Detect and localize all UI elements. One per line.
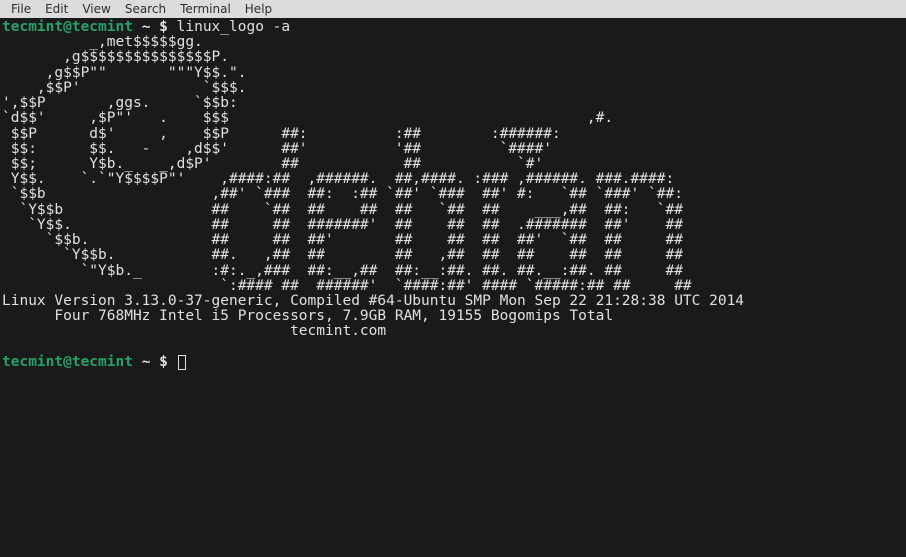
- menu-terminal[interactable]: Terminal: [173, 2, 238, 16]
- prompt-user-host-2: tecmint@tecmint: [2, 354, 133, 370]
- prompt-sep-2: [133, 354, 142, 370]
- cursor-icon: [178, 355, 186, 370]
- prompt-sep: [133, 19, 142, 35]
- prompt-user-host: tecmint@tecmint: [2, 19, 133, 35]
- command-text: linux_logo -a: [177, 19, 291, 35]
- prompt-line-1: tecmint@tecmint ~ $ linux_logo -a: [2, 20, 904, 35]
- menu-file[interactable]: File: [4, 2, 38, 16]
- prompt-line-2: tecmint@tecmint ~ $: [2, 355, 904, 370]
- ascii-art-output: _,met$$$$$gg. ,g$$$$$$$$$$$$$$$P. ,g$$P"…: [2, 35, 904, 294]
- sysinfo-line-1: Linux Version 3.13.0-37-generic, Compile…: [2, 294, 904, 309]
- menubar: File Edit View Search Terminal Help: [0, 0, 906, 18]
- sysinfo-line-2: Four 768MHz Intel i5 Processors, 7.9GB R…: [2, 309, 904, 324]
- menu-view[interactable]: View: [75, 2, 117, 16]
- terminal-area[interactable]: tecmint@tecmint ~ $ linux_logo -a _,met$…: [0, 18, 906, 372]
- sysinfo-line-3: tecmint.com: [2, 324, 904, 339]
- menu-help[interactable]: Help: [238, 2, 279, 16]
- prompt-dollar: $: [150, 19, 176, 35]
- blank-line: [2, 340, 904, 355]
- menu-edit[interactable]: Edit: [38, 2, 75, 16]
- prompt-dollar-2: $: [150, 354, 176, 370]
- menu-search[interactable]: Search: [118, 2, 173, 16]
